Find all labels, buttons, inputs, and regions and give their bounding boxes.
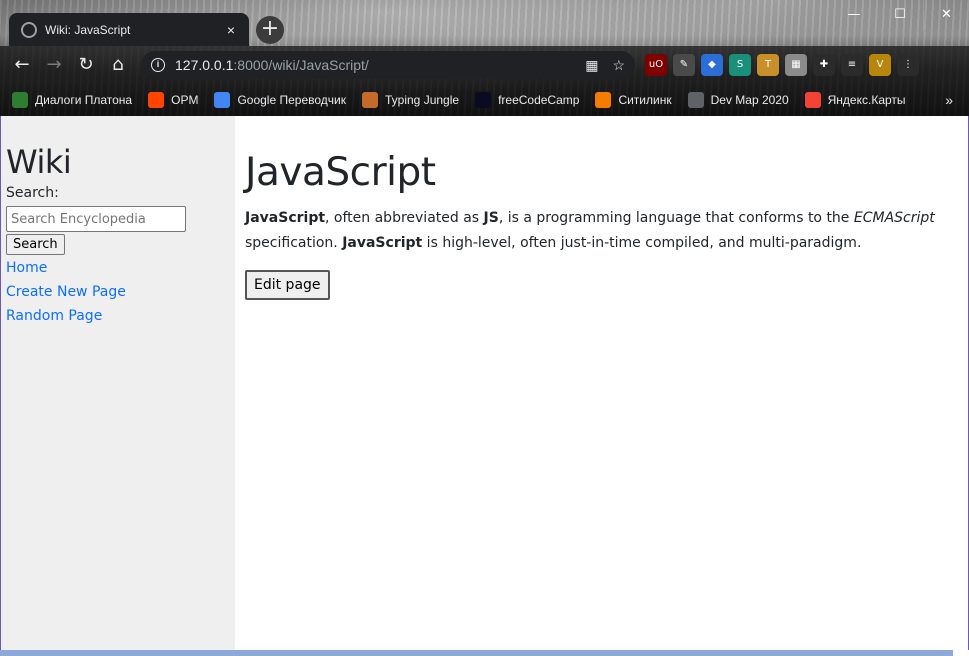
close-window-button[interactable]: ✕ bbox=[923, 0, 969, 30]
body-text: is high-level, often just-in-time compil… bbox=[422, 235, 862, 251]
bookmark-item[interactable]: Яндекс.Карты bbox=[804, 92, 906, 108]
bookmark-item[interactable]: Диалоги Платона bbox=[12, 92, 132, 108]
reload-button[interactable]: ↻ bbox=[70, 49, 102, 81]
bookmark-item[interactable]: OPM bbox=[148, 92, 198, 108]
search-button[interactable]: Search bbox=[6, 234, 65, 255]
bookmark-label: Диалоги Платона bbox=[35, 93, 133, 107]
body-text: , is a programming language that conform… bbox=[498, 210, 854, 226]
search-input[interactable] bbox=[6, 206, 186, 232]
browser-chrome: Wiki: JavaScript × + — ☐ ✕ ← → ↻ ⌂ i 127… bbox=[0, 0, 969, 116]
url-path: :8000/wiki/JavaScript/ bbox=[233, 57, 369, 73]
puzzle-icon[interactable]: ✚ bbox=[813, 54, 835, 76]
window-controls: — ☐ ✕ bbox=[831, 0, 969, 30]
ublock-icon[interactable]: uO bbox=[645, 54, 667, 76]
bookmark-favicon-icon bbox=[475, 92, 492, 108]
extension-t-icon[interactable]: T bbox=[757, 54, 779, 76]
article-body: JavaScript, often abbreviated as JS, is … bbox=[245, 206, 945, 256]
tab-close-icon[interactable]: × bbox=[223, 22, 239, 38]
bookmark-item[interactable]: Dev Map 2020 bbox=[687, 92, 789, 108]
forward-button[interactable]: → bbox=[38, 49, 70, 81]
bookmark-item[interactable]: freeCodeCamp bbox=[475, 92, 579, 108]
bookmark-item[interactable]: Ситилинк bbox=[595, 92, 672, 108]
star-icon[interactable]: ☆ bbox=[612, 57, 625, 74]
sidebar-link-create-new-page[interactable]: Create New Page bbox=[6, 280, 229, 304]
address-bar[interactable]: i 127.0.0.1:8000/wiki/JavaScript/ ▦ ☆ bbox=[141, 51, 635, 79]
bookmark-favicon-icon bbox=[804, 92, 821, 108]
bottom-strip bbox=[0, 650, 969, 656]
back-button[interactable]: ← bbox=[6, 49, 38, 81]
sidebar-link-home[interactable]: Home bbox=[6, 256, 229, 280]
search-label: Search: bbox=[6, 185, 59, 201]
bold-text: JavaScript bbox=[245, 210, 326, 226]
bookmark-favicon-icon bbox=[595, 92, 612, 108]
bookmarks-overflow-icon[interactable]: » bbox=[945, 92, 953, 108]
sidebar-link-random-page[interactable]: Random Page bbox=[6, 304, 229, 328]
edit-page-button[interactable]: Edit page bbox=[245, 270, 330, 300]
site-title: Wiki bbox=[6, 143, 72, 181]
bookmark-label: Ситилинк bbox=[618, 93, 672, 107]
bold-text: JS bbox=[483, 210, 499, 226]
extension-s-icon[interactable]: S bbox=[729, 54, 751, 76]
maximize-button[interactable]: ☐ bbox=[877, 0, 923, 30]
url-host: 127.0.0.1 bbox=[175, 57, 234, 73]
tab-strip: Wiki: JavaScript × + — ☐ ✕ bbox=[0, 0, 969, 46]
tab-title: Wiki: JavaScript bbox=[45, 22, 131, 37]
page-title: JavaScript bbox=[245, 150, 436, 195]
bookmark-favicon-icon bbox=[214, 92, 231, 108]
bookmark-favicon-icon bbox=[687, 92, 704, 108]
bookmark-label: Яндекс.Карты bbox=[827, 93, 906, 107]
bookmark-label: OPM bbox=[171, 93, 199, 107]
body-text: specification. bbox=[245, 235, 343, 251]
bookmark-item[interactable]: Typing Jungle bbox=[362, 92, 459, 108]
bookmark-favicon-icon bbox=[148, 92, 165, 108]
media-icon[interactable]: ≡ bbox=[841, 54, 863, 76]
minimize-button[interactable]: — bbox=[831, 0, 877, 30]
bookmarks-bar: Диалоги Платона OPM Google Переводчик Typin… bbox=[0, 84, 969, 116]
bold-text: JavaScript bbox=[342, 235, 423, 251]
sidebar: Wiki Search: Search Home Create New Page… bbox=[0, 116, 235, 650]
extensions-area: uO ✎ ◆ S T ▦ ✚ ≡ V ⋮ bbox=[645, 50, 919, 80]
sidebar-nav: Home Create New Page Random Page bbox=[6, 256, 229, 328]
tab-active[interactable]: Wiki: JavaScript × bbox=[9, 13, 249, 46]
bookmark-item[interactable]: Google Переводчик bbox=[214, 92, 346, 108]
new-tab-button[interactable]: + bbox=[256, 16, 284, 44]
extension-doc-icon[interactable]: ▦ bbox=[785, 54, 807, 76]
main-content: JavaScript JavaScript, often abbreviated… bbox=[235, 116, 969, 650]
italic-text: ECMAScript bbox=[853, 210, 935, 226]
body-text: , often abbreviated as bbox=[325, 210, 484, 226]
extension-v-icon[interactable]: V bbox=[869, 54, 891, 76]
window-border-left bbox=[0, 116, 1, 656]
menu-icon[interactable]: ⋮ bbox=[897, 54, 919, 76]
bookmark-label: Google Переводчик bbox=[237, 93, 346, 107]
bookmark-label: Dev Map 2020 bbox=[710, 93, 789, 107]
bookmark-favicon-icon bbox=[362, 92, 378, 108]
home-button[interactable]: ⌂ bbox=[102, 49, 134, 81]
bookmark-favicon-icon bbox=[12, 92, 28, 108]
diamond-icon[interactable]: ◆ bbox=[701, 54, 723, 76]
qr-code-icon[interactable]: ▦ bbox=[585, 57, 598, 74]
bookmark-label: freeCodeCamp bbox=[498, 93, 580, 107]
site-info-icon[interactable]: i bbox=[151, 58, 165, 72]
browser-toolbar: ← → ↻ ⌂ i 127.0.0.1:8000/wiki/JavaScript… bbox=[0, 46, 969, 84]
extension-2-icon[interactable]: ✎ bbox=[673, 54, 695, 76]
bookmark-label: Typing Jungle bbox=[385, 93, 460, 107]
globe-icon bbox=[21, 21, 37, 38]
